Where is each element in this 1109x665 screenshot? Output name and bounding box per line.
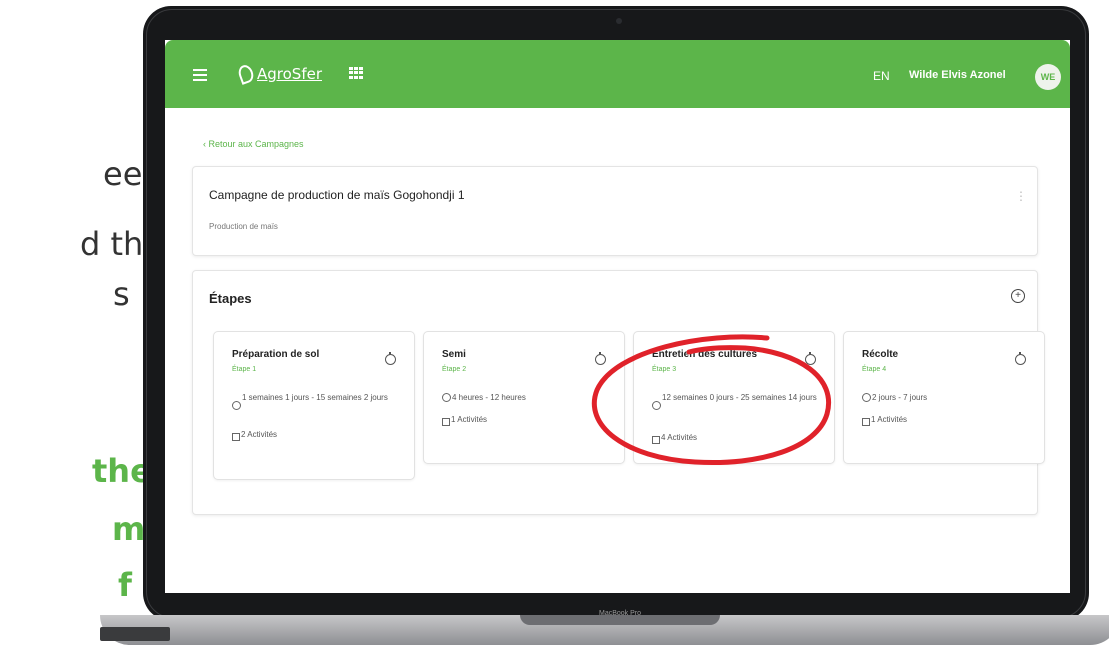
clock-icon (232, 401, 241, 410)
back-to-campaigns-link[interactable]: ‹ Retour aux Campagnes (203, 139, 304, 149)
power-icon[interactable] (805, 352, 816, 365)
laptop-base-edge (100, 627, 170, 641)
step-number: Étape 4 (862, 366, 887, 373)
power-icon[interactable] (595, 352, 606, 365)
step-duration: 1 semaines 1 jours - 15 semaines 2 jours (242, 393, 388, 402)
step-number: Étape 3 (652, 366, 677, 373)
step-activities-link[interactable]: 1 Activités (871, 415, 907, 424)
hamburger-menu-icon[interactable] (193, 69, 207, 81)
step-card-2[interactable]: Semi Étape 2 4 heures - 12 heures 1 Acti… (423, 331, 625, 464)
step-number: Étape 1 (232, 366, 257, 373)
laptop-camera (616, 18, 622, 24)
avatar[interactable]: WE (1035, 64, 1061, 90)
campaign-card: Campagne de production de maïs Gogohondj… (192, 166, 1038, 256)
clock-icon (862, 393, 871, 402)
marketing-line-3: s (113, 275, 130, 313)
grid-apps-icon[interactable] (349, 67, 363, 79)
campaign-subtitle: Production de maïs (209, 222, 278, 231)
marketing-line-5: m (112, 510, 146, 548)
activity-icon (652, 436, 660, 444)
steps-title: Étapes (209, 291, 252, 306)
activity-icon (442, 418, 450, 426)
step-card-3[interactable]: Entretien des cultures Étape 3 12 semain… (633, 331, 835, 464)
language-switcher[interactable]: EN (873, 69, 890, 83)
step-duration: 12 semaines 0 jours - 25 semaines 14 jou… (662, 393, 817, 402)
app-logo[interactable]: AgroSfer (236, 63, 322, 85)
campaign-title: Campagne de production de maïs Gogohondj… (209, 188, 465, 202)
top-navbar: AgroSfer EN Wilde Elvis Azonel WE (165, 40, 1070, 108)
step-duration: 2 jours - 7 jours (872, 393, 928, 402)
leaf-logo-icon (236, 63, 256, 85)
marketing-text: eer d the s the m f (0, 0, 163, 665)
step-name: Récolte (862, 349, 899, 360)
marketing-line-6: f (118, 566, 132, 604)
logo-text: AgroSfer (257, 65, 322, 83)
steps-section: Étapes + Préparation de sol Étape 1 1 se… (192, 270, 1045, 515)
step-name: Préparation de sol (232, 349, 320, 360)
step-name: Entretien des cultures (652, 349, 758, 360)
step-number: Étape 2 (442, 366, 467, 373)
kebab-menu-icon[interactable]: ⋮ (1015, 189, 1027, 203)
laptop-model-label: MacBook Pro (598, 610, 642, 617)
add-circle-icon[interactable]: + (1011, 289, 1025, 303)
step-duration: 4 heures - 12 heures (452, 393, 526, 402)
clock-icon (652, 401, 661, 410)
app-screen: AgroSfer EN Wilde Elvis Azonel WE ‹ Reto… (165, 40, 1070, 593)
activity-icon (232, 433, 240, 441)
step-card-4[interactable]: Récolte Étape 4 2 jours - 7 jours 1 Acti… (843, 331, 1045, 464)
step-activities-link[interactable]: 4 Activités (661, 433, 697, 442)
clock-icon (442, 393, 451, 402)
power-icon[interactable] (385, 352, 396, 365)
step-name: Semi (442, 349, 466, 360)
activity-icon (862, 418, 870, 426)
step-card-1[interactable]: Préparation de sol Étape 1 1 semaines 1 … (213, 331, 415, 480)
step-activities-link[interactable]: 1 Activités (451, 415, 487, 424)
power-icon[interactable] (1015, 352, 1026, 365)
step-activities-link[interactable]: 2 Activités (241, 430, 277, 439)
user-name[interactable]: Wilde Elvis Azonel (909, 69, 1006, 81)
